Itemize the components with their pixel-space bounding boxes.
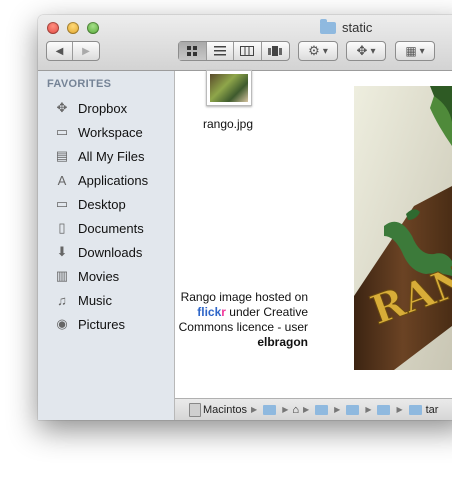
- applications-icon: A: [57, 172, 67, 188]
- credit-line-2: flickr under Creative: [146, 305, 308, 320]
- chevron-down-icon: ▾: [419, 45, 425, 57]
- movies-icon: ▥: [55, 268, 69, 283]
- path-item-disk[interactable]: Macintos: [203, 404, 247, 416]
- chevron-down-icon: ▾: [370, 45, 376, 57]
- sidebar-item-label: Downloads: [78, 244, 143, 260]
- sidebar-item-label: All My Files: [78, 148, 145, 164]
- folder-icon[interactable]: [346, 404, 360, 415]
- arrange-icon: ▦: [405, 44, 417, 58]
- home-icon[interactable]: ⌂: [292, 404, 299, 416]
- folder-icon[interactable]: [315, 404, 329, 415]
- sidebar-item-label: Music: [78, 292, 112, 308]
- sidebar-item-downloads[interactable]: ⬇ Downloads: [53, 241, 143, 263]
- path-bar: Macintos ▶ ▶ ⌂ ▶ ▶ ▶ ▶ tar: [175, 398, 452, 420]
- desktop-icon: ▭: [55, 196, 69, 211]
- credit-line-3: Commons licence - user: [178, 320, 308, 334]
- sidebar: FAVORITES ✥ Dropbox ▭ Workspace ▤ All My File…: [38, 71, 175, 420]
- sidebar-item-documents[interactable]: ▯ Documents: [53, 217, 144, 239]
- image-thumbnail: [210, 74, 248, 102]
- path-item-target[interactable]: tar: [426, 404, 439, 416]
- coverflow-view-button[interactable]: [262, 42, 289, 60]
- hard-disk-icon: [189, 402, 201, 417]
- credit-line-2-text: under Creative: [225, 305, 308, 319]
- sidebar-item-music[interactable]: ♫ Music: [53, 289, 112, 311]
- sidebar-item-label: Movies: [78, 268, 120, 284]
- downloads-icon: ⬇: [56, 244, 68, 259]
- zoom-button[interactable]: [87, 22, 99, 34]
- sidebar-item-workspace[interactable]: ▭ Workspace: [53, 121, 143, 143]
- file-thumbnail[interactable]: [206, 70, 252, 106]
- path-separator-icon: ▶: [396, 405, 403, 414]
- users-folder-icon[interactable]: [263, 404, 277, 415]
- list-view-icon: [213, 46, 226, 56]
- music-icon: ♫: [57, 292, 67, 308]
- rango-image-preview: RAN: [354, 86, 452, 370]
- sidebar-item-pictures[interactable]: ◉ Pictures: [53, 313, 125, 335]
- back-button[interactable]: ◀: [47, 42, 74, 60]
- sidebar-item-dropbox[interactable]: ✥ Dropbox: [53, 97, 128, 119]
- sidebar-item-all-my-files[interactable]: ▤ All My Files: [53, 145, 145, 167]
- window-title: static: [320, 18, 373, 35]
- sidebar-header-favorites: FAVORITES: [47, 78, 112, 90]
- column-view-icon: [240, 46, 255, 56]
- gear-icon: ⚙: [308, 43, 320, 58]
- path-separator-icon: ▶: [303, 405, 310, 414]
- sidebar-item-label: Applications: [78, 172, 149, 188]
- all-files-icon: ▤: [55, 148, 69, 163]
- sidebar-item-label: Workspace: [78, 124, 143, 140]
- path-separator-icon: ▶: [365, 405, 372, 414]
- sidebar-item-label: Dropbox: [78, 100, 128, 116]
- list-view-button[interactable]: [207, 42, 234, 60]
- forward-button[interactable]: ▶: [73, 42, 99, 60]
- sidebar-item-label: Desktop: [78, 196, 126, 212]
- minimize-button[interactable]: [67, 22, 79, 34]
- back-arrow-icon: ◀: [55, 45, 64, 57]
- back-forward-buttons: ◀ ▶: [46, 41, 100, 61]
- pictures-icon: ◉: [56, 316, 68, 331]
- documents-icon: ▯: [58, 220, 66, 235]
- icon-view-button[interactable]: [179, 42, 207, 60]
- close-button[interactable]: [47, 22, 59, 34]
- forward-arrow-icon: ▶: [82, 45, 90, 57]
- folder-icon: ▭: [55, 124, 69, 139]
- view-mode-control: [178, 41, 290, 61]
- rango-photo: RAN: [354, 86, 452, 370]
- title-bar: static ◀ ▶ ⚙ ▾ ✥ ▾ ▦ ▾: [38, 15, 452, 71]
- icon-view-icon: [187, 46, 198, 56]
- action-menu-button[interactable]: ⚙ ▾: [298, 41, 338, 61]
- file-name[interactable]: rango.jpg: [170, 117, 286, 131]
- dropbox-icon: ✥: [356, 43, 368, 58]
- sidebar-item-applications[interactable]: A Applications: [53, 169, 148, 191]
- folder-icon[interactable]: [408, 404, 422, 415]
- coverflow-view-icon: [268, 46, 283, 56]
- flickr-logo-part: flick: [197, 305, 222, 319]
- dropbox-icon: ✥: [56, 100, 68, 115]
- credit-line-1: Rango image hosted on: [180, 290, 308, 304]
- path-separator-icon: ▶: [282, 405, 289, 414]
- dropbox-menu-button[interactable]: ✥ ▾: [346, 41, 386, 61]
- path-separator-icon: ▶: [334, 405, 341, 414]
- arrange-menu-button[interactable]: ▦ ▾: [395, 41, 435, 61]
- sidebar-item-label: Pictures: [78, 316, 125, 332]
- image-credit: Rango image hosted on flickr under Creat…: [146, 290, 308, 350]
- sidebar-item-desktop[interactable]: ▭ Desktop: [53, 193, 126, 215]
- sidebar-item-label: Documents: [78, 220, 144, 236]
- chevron-down-icon: ▾: [322, 45, 328, 57]
- folder-icon[interactable]: [377, 404, 391, 415]
- window-title-text: static: [342, 20, 373, 35]
- path-separator-icon: ▶: [251, 405, 258, 414]
- credit-username: elbragon: [257, 335, 308, 349]
- column-view-button[interactable]: [234, 42, 262, 60]
- folder-icon: [320, 18, 336, 34]
- sidebar-item-movies[interactable]: ▥ Movies: [53, 265, 119, 287]
